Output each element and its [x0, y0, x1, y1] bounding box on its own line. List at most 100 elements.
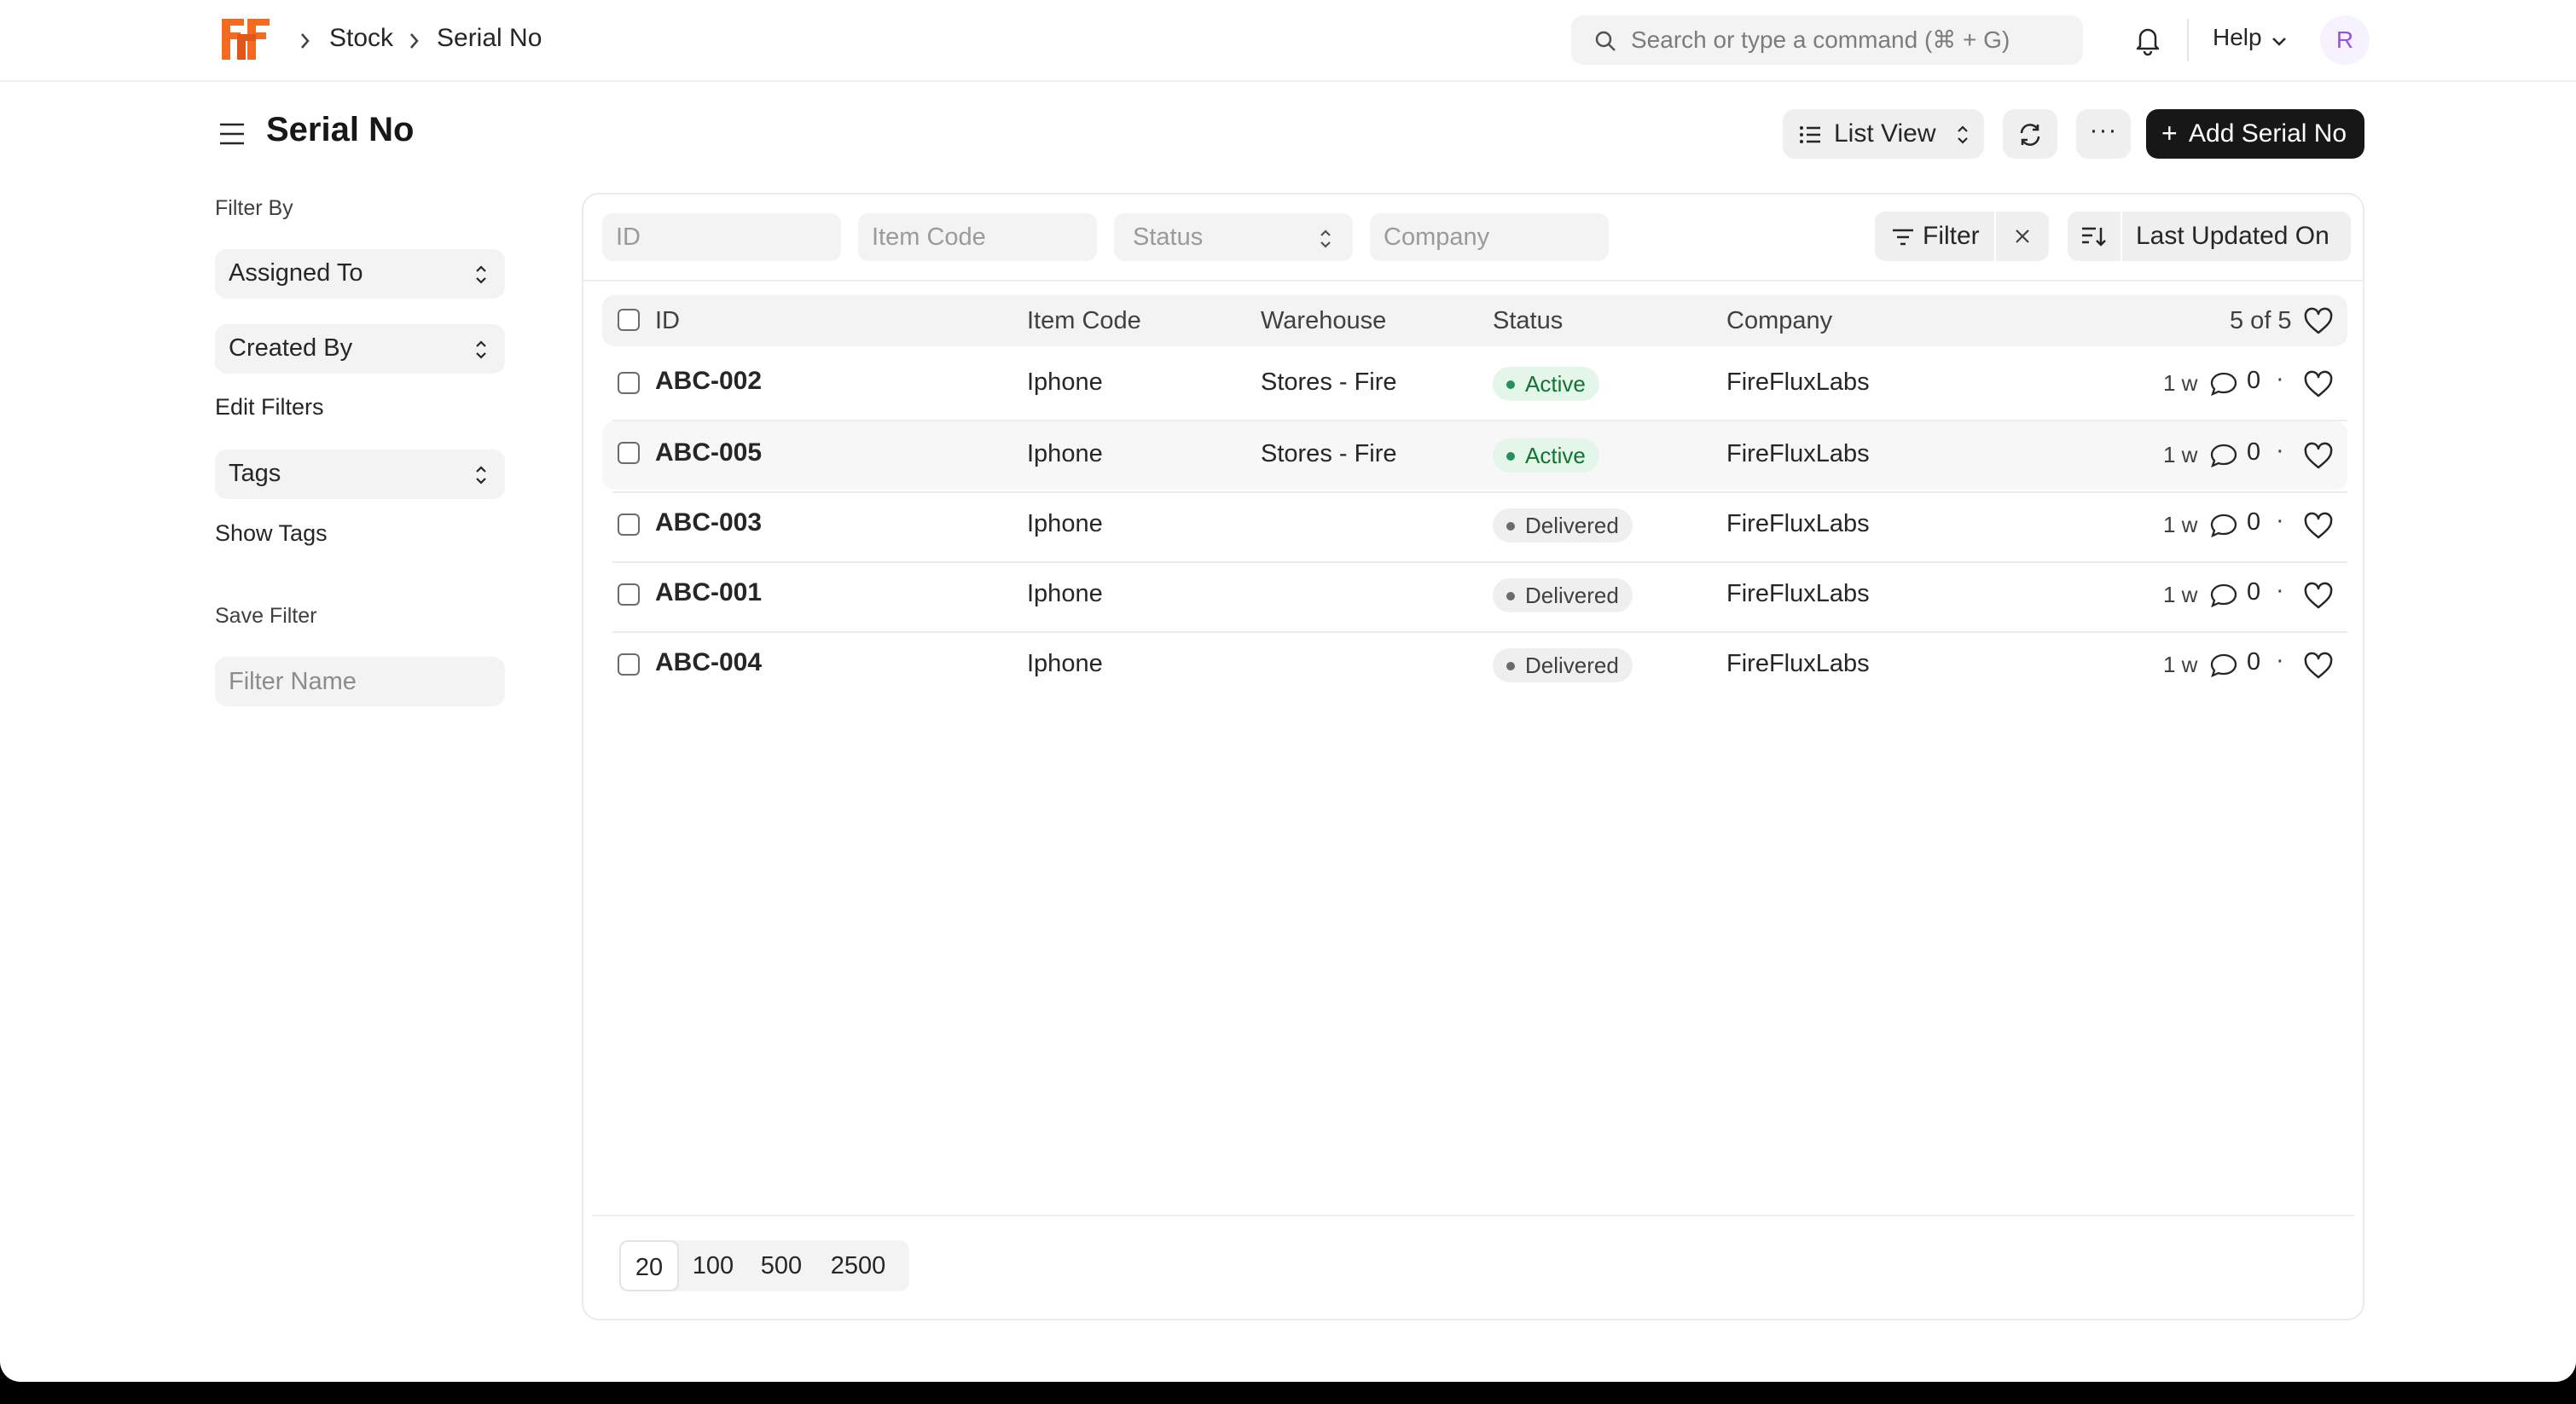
row-checkbox[interactable] — [618, 442, 640, 464]
select-arrows-icon — [1320, 229, 1331, 248]
table-row[interactable]: ABC-004 Iphone Delivered FireFluxLabs 1 … — [602, 631, 2347, 699]
more-actions-button[interactable]: ··· — [2076, 109, 2131, 159]
heart-icon[interactable] — [2303, 582, 2334, 611]
heart-icon[interactable] — [2303, 442, 2334, 471]
show-tags-link[interactable]: Show Tags — [215, 520, 328, 547]
add-serial-no-button[interactable]: + Add Serial No — [2146, 109, 2364, 159]
filter-name-input[interactable] — [215, 657, 505, 706]
assigned-to-select[interactable]: Assigned To — [215, 249, 505, 299]
status-dot — [1506, 522, 1515, 531]
status-dot — [1506, 380, 1515, 389]
row-checkbox[interactable] — [618, 513, 640, 536]
comment-icon[interactable] — [2209, 582, 2238, 609]
refresh-button[interactable] — [2003, 109, 2057, 159]
status-badge: Delivered — [1493, 508, 1633, 542]
table-row[interactable]: ABC-005 Iphone Stores - Fire Active Fire… — [602, 421, 2347, 490]
clear-filter-icon[interactable] — [2011, 225, 2034, 247]
comment-icon[interactable] — [2209, 442, 2238, 469]
row-modified: 1 w — [2163, 442, 2198, 467]
navbar: Stock Serial No Help R — [0, 0, 2576, 82]
status-filter-select[interactable]: Status — [1114, 213, 1353, 261]
column-header-id: ID — [655, 307, 680, 334]
chevron-right-icon — [301, 33, 310, 49]
breadcrumb-stock[interactable]: Stock — [329, 24, 393, 53]
heart-icon[interactable] — [2303, 652, 2334, 681]
edit-filters-link[interactable]: Edit Filters — [215, 394, 324, 421]
table-row[interactable]: ABC-002 Iphone Stores - Fire Active Fire… — [602, 350, 2347, 418]
status-text: Delivered — [1525, 513, 1619, 538]
sort-by-button[interactable]: Last Updated On — [2136, 222, 2329, 251]
separator-dot: · — [2276, 577, 2284, 604]
item-code-filter-input[interactable] — [858, 213, 1097, 261]
status-text: Active — [1525, 371, 1586, 397]
id-filter-input[interactable] — [602, 213, 841, 261]
status-dot — [1506, 662, 1515, 670]
app-logo-icon[interactable] — [220, 17, 271, 61]
comment-icon[interactable] — [2209, 370, 2238, 397]
row-id[interactable]: ABC-001 — [655, 578, 762, 607]
record-count: 5 of 5 — [2230, 307, 2292, 334]
search-bar[interactable] — [1571, 15, 2083, 65]
page-size-20[interactable]: 20 — [619, 1240, 679, 1291]
comment-icon[interactable] — [2209, 512, 2238, 539]
column-header-company: Company — [1726, 307, 1833, 334]
sidebar-toggle-icon[interactable] — [217, 119, 247, 148]
row-modified: 1 w — [2163, 652, 2198, 677]
page-size-500[interactable]: 500 — [747, 1240, 815, 1291]
heart-icon[interactable] — [2303, 370, 2334, 399]
row-id[interactable]: ABC-003 — [655, 508, 762, 537]
select-all-checkbox[interactable] — [618, 309, 640, 331]
table-row[interactable]: ABC-001 Iphone Delivered FireFluxLabs 1 … — [602, 561, 2347, 629]
heart-icon[interactable] — [2303, 307, 2334, 336]
row-id[interactable]: ABC-004 — [655, 648, 762, 677]
row-comment-count: 0 — [2247, 438, 2261, 466]
select-arrows-icon — [476, 265, 486, 284]
help-menu[interactable]: Help — [2213, 24, 2262, 51]
list-view-switcher[interactable]: List View — [1783, 109, 1984, 159]
search-input[interactable] — [1631, 15, 2066, 65]
row-id[interactable]: ABC-002 — [655, 367, 762, 396]
page-size-2500[interactable]: 2500 — [815, 1240, 901, 1291]
page-title: Serial No — [266, 111, 415, 148]
filter-button-group: Filter — [1875, 212, 2049, 261]
more-icon: ··· — [2089, 116, 2118, 144]
row-checkbox[interactable] — [618, 583, 640, 606]
comment-icon[interactable] — [2209, 652, 2238, 679]
chevron-down-icon[interactable] — [2269, 31, 2289, 51]
separator-dot: · — [2276, 647, 2284, 674]
row-id[interactable]: ABC-005 — [655, 438, 762, 467]
list-icon — [1800, 126, 1820, 143]
tags-label: Tags — [229, 460, 281, 487]
breadcrumb-serial-no[interactable]: Serial No — [437, 24, 542, 53]
page-size-100[interactable]: 100 — [681, 1240, 746, 1291]
heart-icon[interactable] — [2303, 512, 2334, 541]
row-warehouse: Stores - Fire — [1261, 368, 1397, 396]
created-by-select[interactable]: Created By — [215, 324, 505, 374]
notification-bell-icon[interactable] — [2132, 24, 2163, 56]
row-checkbox[interactable] — [618, 653, 640, 676]
row-item-code: Iphone — [1027, 510, 1103, 537]
status-badge: Delivered — [1493, 578, 1633, 612]
app-window: Stock Serial No Help R Serial No List Vi… — [0, 0, 2576, 1382]
divider — [1994, 212, 1996, 261]
company-filter-input[interactable] — [1370, 213, 1609, 261]
filter-icon[interactable] — [1890, 225, 1916, 249]
filter-button[interactable]: Filter — [1923, 222, 1980, 251]
sort-order-icon[interactable] — [2080, 223, 2107, 249]
table-header: ID Item Code Warehouse Status Company 5 … — [602, 295, 2347, 346]
row-checkbox[interactable] — [618, 372, 640, 394]
select-arrows-icon — [476, 340, 486, 359]
column-header-item-code: Item Code — [1027, 307, 1141, 334]
page-size-selector: 20 100 500 2500 — [619, 1240, 909, 1291]
search-icon — [1595, 31, 1616, 51]
tags-select[interactable]: Tags — [215, 450, 505, 499]
separator-dot: · — [2276, 365, 2284, 392]
navbar-divider — [2187, 19, 2189, 61]
table-row[interactable]: ABC-003 Iphone Delivered FireFluxLabs 1 … — [602, 491, 2347, 560]
user-avatar[interactable]: R — [2320, 15, 2370, 65]
row-comment-count: 0 — [2247, 508, 2261, 536]
separator-dot: · — [2276, 437, 2284, 464]
created-by-label: Created By — [229, 334, 353, 362]
column-header-warehouse: Warehouse — [1261, 307, 1387, 334]
add-button-label: Add Serial No — [2189, 119, 2347, 148]
